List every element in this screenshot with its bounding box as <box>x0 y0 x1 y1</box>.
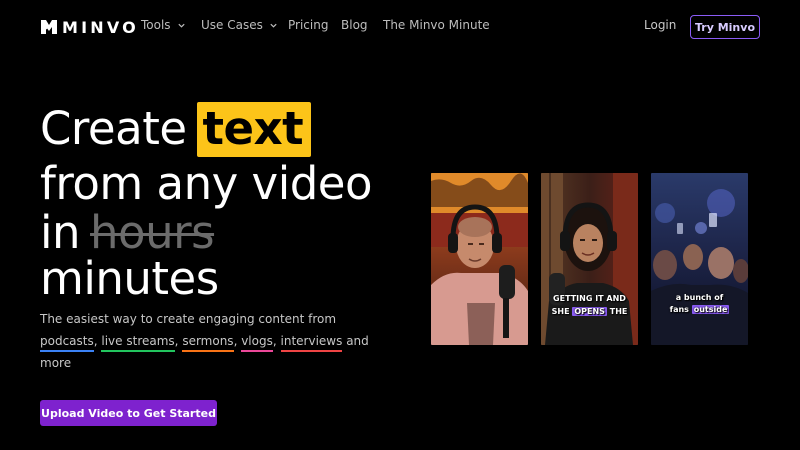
interview-guest-image <box>541 173 638 345</box>
caption-pre: fans <box>669 305 689 314</box>
link-live-streams[interactable]: live streams <box>101 334 175 352</box>
nav-blog-label: Blog <box>341 18 368 32</box>
headline-line-1: Create text <box>40 102 312 157</box>
video-thumbnail-interview[interactable]: GETTING IT AND SHE OPENS THE <box>541 173 638 345</box>
caption-highlight: OPENS <box>572 307 607 316</box>
nav-pricing[interactable]: Pricing <box>288 18 328 32</box>
headline-line-3: in hours <box>40 210 215 255</box>
caption-pre: SHE <box>551 307 570 316</box>
logo-text: MINVO <box>62 17 139 37</box>
subtitle-suffix: more <box>40 356 72 370</box>
nav-pricing-label: Pricing <box>288 18 329 32</box>
link-vlogs[interactable]: vlogs <box>241 334 273 352</box>
nav-use-cases[interactable]: Use Cases <box>201 18 278 32</box>
podcast-host-image <box>431 173 528 345</box>
caption-line-1: GETTING IT AND <box>553 294 626 303</box>
video-thumbnail-crowd[interactable]: a bunch of fans outside <box>651 173 748 345</box>
caption-highlight: outside <box>691 305 730 314</box>
chevron-down-icon <box>270 23 277 28</box>
caption-post: THE <box>609 307 628 316</box>
link-interviews[interactable]: interviews <box>280 334 343 352</box>
minvo-logo[interactable]: MINVO <box>40 17 139 37</box>
login-link[interactable]: Login <box>644 18 676 32</box>
video-thumbnail-podcast[interactable] <box>431 173 528 345</box>
chevron-down-icon <box>177 23 185 28</box>
nav-blog[interactable]: Blog <box>341 18 368 32</box>
headline-create: Create <box>40 102 187 155</box>
headline-line-4: minutes <box>40 252 219 305</box>
nav-tools-label: Tools <box>141 18 171 32</box>
headline-line-2: from any video <box>40 157 372 210</box>
caption-line-2: fans outside <box>651 303 748 316</box>
link-podcasts[interactable]: podcasts <box>40 334 94 352</box>
nav-minvo-minute[interactable]: The Minvo Minute <box>383 18 490 32</box>
upload-video-button[interactable]: Upload Video to Get Started <box>40 400 217 426</box>
link-sermons[interactable]: sermons <box>182 334 234 352</box>
crowd-image <box>651 173 748 345</box>
subtitle-prefix: The easiest way to create engaging conte… <box>40 312 337 326</box>
headline-highlight-text: text <box>196 102 312 157</box>
nav-minvo-minute-label: The Minvo Minute <box>383 18 490 32</box>
try-minvo-button[interactable]: Try Minvo <box>690 15 760 39</box>
subtitle-and: and <box>346 334 369 348</box>
hero-subtitle: The easiest way to create engaging conte… <box>40 312 369 370</box>
nav-use-cases-label: Use Cases <box>201 18 263 32</box>
caption-line-2: SHE OPENS THE <box>541 305 638 318</box>
nav-tools[interactable]: Tools <box>141 18 186 32</box>
logo-mark-icon <box>41 20 57 34</box>
top-nav: MINVO Tools Use Cases Pricing Blog The M… <box>0 0 800 54</box>
